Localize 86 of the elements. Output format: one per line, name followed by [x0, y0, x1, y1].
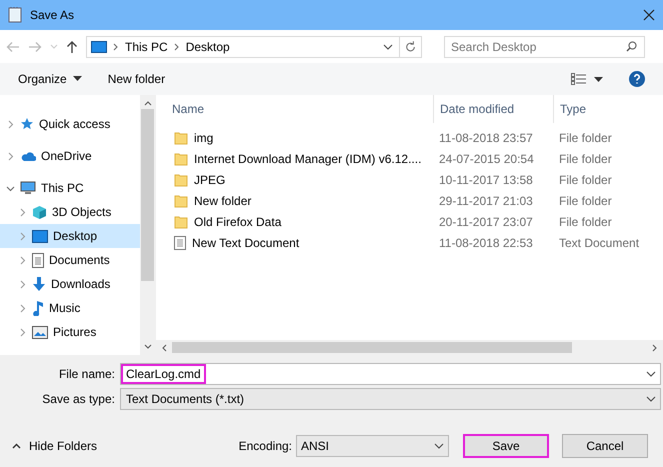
caret-icon: [72, 76, 82, 82]
organize-button[interactable]: Organize: [18, 72, 82, 86]
download-arrow-icon: [32, 276, 46, 292]
sidebar-item[interactable]: Downloads: [0, 272, 140, 296]
notepad-icon: [8, 7, 22, 23]
star-icon: [20, 117, 34, 131]
save-as-type-label: Save as type:: [41, 392, 116, 406]
view-options-icon[interactable]: [571, 73, 603, 85]
up-arrow-icon[interactable]: [66, 40, 78, 54]
desktop-icon: [91, 40, 107, 52]
sidebar-item[interactable]: Documents: [0, 248, 140, 272]
chevron-right-icon[interactable]: [18, 256, 27, 264]
cube-icon: [32, 204, 47, 220]
scroll-left-icon[interactable]: [160, 344, 168, 352]
date-cell-text: 20-11-2017 23:07: [438, 214, 534, 228]
scroll-up-icon[interactable]: [144, 99, 152, 107]
computer-icon: [20, 181, 36, 195]
file-name-cell[interactable]: Old Firefox Data: [172, 214, 433, 228]
document-icon: [32, 252, 44, 268]
desktop-icon: [32, 230, 48, 242]
music-note-icon: [32, 300, 44, 316]
file-name-cell[interactable]: Internet Download Manager (IDM) v6.12....: [172, 152, 433, 166]
save-button[interactable]: Save: [463, 434, 549, 458]
sidebar-item[interactable]: Pictures: [0, 320, 140, 344]
help-icon[interactable]: [629, 71, 645, 87]
scroll-down-icon[interactable]: [144, 343, 152, 351]
search-icon: [626, 40, 637, 52]
breadcrumb-chevron-icon[interactable]: [174, 42, 180, 50]
chevron-right-icon[interactable]: [6, 152, 15, 160]
folder-icon: [174, 194, 188, 208]
date-cell-text: 29-11-2017 21:03: [438, 194, 534, 208]
address-bar[interactable]: This PC Desktop: [86, 36, 422, 58]
breadcrumb[interactable]: This PC: [125, 40, 168, 54]
scrollbar[interactable]: [140, 95, 155, 355]
date-cell-text: 24-07-2015 20:54: [438, 152, 535, 166]
window-title: Save As: [30, 8, 76, 22]
sidebar-item[interactable]: OneDrive: [0, 144, 140, 168]
type-cell-text: File folder: [558, 152, 613, 166]
folder-icon: [174, 214, 188, 228]
breadcrumb-chevron-icon[interactable]: [113, 42, 119, 50]
date-cell-text: 10-11-2017 13:58: [438, 172, 534, 186]
folder-icon: [174, 130, 188, 144]
type-cell-text: File folder: [558, 172, 613, 186]
chevron-down-icon[interactable]: [6, 184, 15, 192]
chevron-right-icon[interactable]: [18, 304, 27, 312]
type-cell-text: File folder: [558, 194, 613, 208]
horizontal-scrollbar[interactable]: [156, 340, 663, 355]
file-name-label: File name:: [58, 367, 116, 381]
chevron-right-icon[interactable]: [18, 280, 27, 288]
sidebar-item[interactable]: Quick access: [0, 112, 140, 136]
chevron-right-icon[interactable]: [18, 208, 27, 216]
file-name-cell[interactable]: img: [172, 130, 433, 144]
date-cell-text: 11-08-2018 22:53: [438, 236, 534, 250]
folder-icon: [174, 152, 188, 166]
sidebar-item[interactable]: Music: [0, 296, 140, 320]
search-field[interactable]: Search Desktop: [444, 36, 645, 58]
cloud-icon: [20, 150, 36, 162]
hide-folders-button[interactable]: Hide Folders: [12, 439, 98, 453]
encoding-label: Encoding:: [238, 439, 292, 453]
sidebar-item[interactable]: 3D Objects: [0, 200, 140, 224]
breadcrumb[interactable]: Desktop: [186, 40, 230, 54]
cancel-button[interactable]: Cancel: [562, 434, 648, 458]
text-file-icon: [174, 236, 186, 250]
save-as-type-dropdown[interactable]: Text Documents (*.txt): [120, 388, 661, 410]
type-cell-text: File folder: [558, 130, 613, 144]
encoding-dropdown[interactable]: ANSI: [296, 435, 449, 457]
new-folder-button[interactable]: New folder: [108, 72, 166, 86]
file-name-cell[interactable]: New folder: [172, 194, 433, 208]
chevron-up-icon: [12, 443, 21, 449]
folder-icon: [174, 172, 188, 186]
chevron-right-icon[interactable]: [18, 328, 27, 336]
file-name-field[interactable]: ClearLog.cmd: [120, 363, 661, 385]
column-header[interactable]: Type: [553, 95, 663, 123]
type-cell-text: Text Document: [558, 236, 640, 250]
close-icon[interactable]: [643, 9, 655, 21]
column-header[interactable]: Name: [172, 95, 433, 123]
chevron-right-icon[interactable]: [6, 120, 15, 128]
file-name-cell[interactable]: New Text Document: [172, 236, 433, 250]
sidebar-item[interactable]: This PC: [0, 176, 140, 200]
file-name-cell[interactable]: JPEG: [172, 172, 433, 186]
type-cell-text: File folder: [558, 214, 613, 228]
scroll-right-icon[interactable]: [651, 344, 659, 352]
picture-icon: [32, 326, 48, 338]
sidebar-item[interactable]: Desktop: [0, 224, 140, 248]
column-header[interactable]: Date modified: [433, 95, 553, 123]
date-cell-text: 11-08-2018 23:57: [438, 130, 534, 144]
